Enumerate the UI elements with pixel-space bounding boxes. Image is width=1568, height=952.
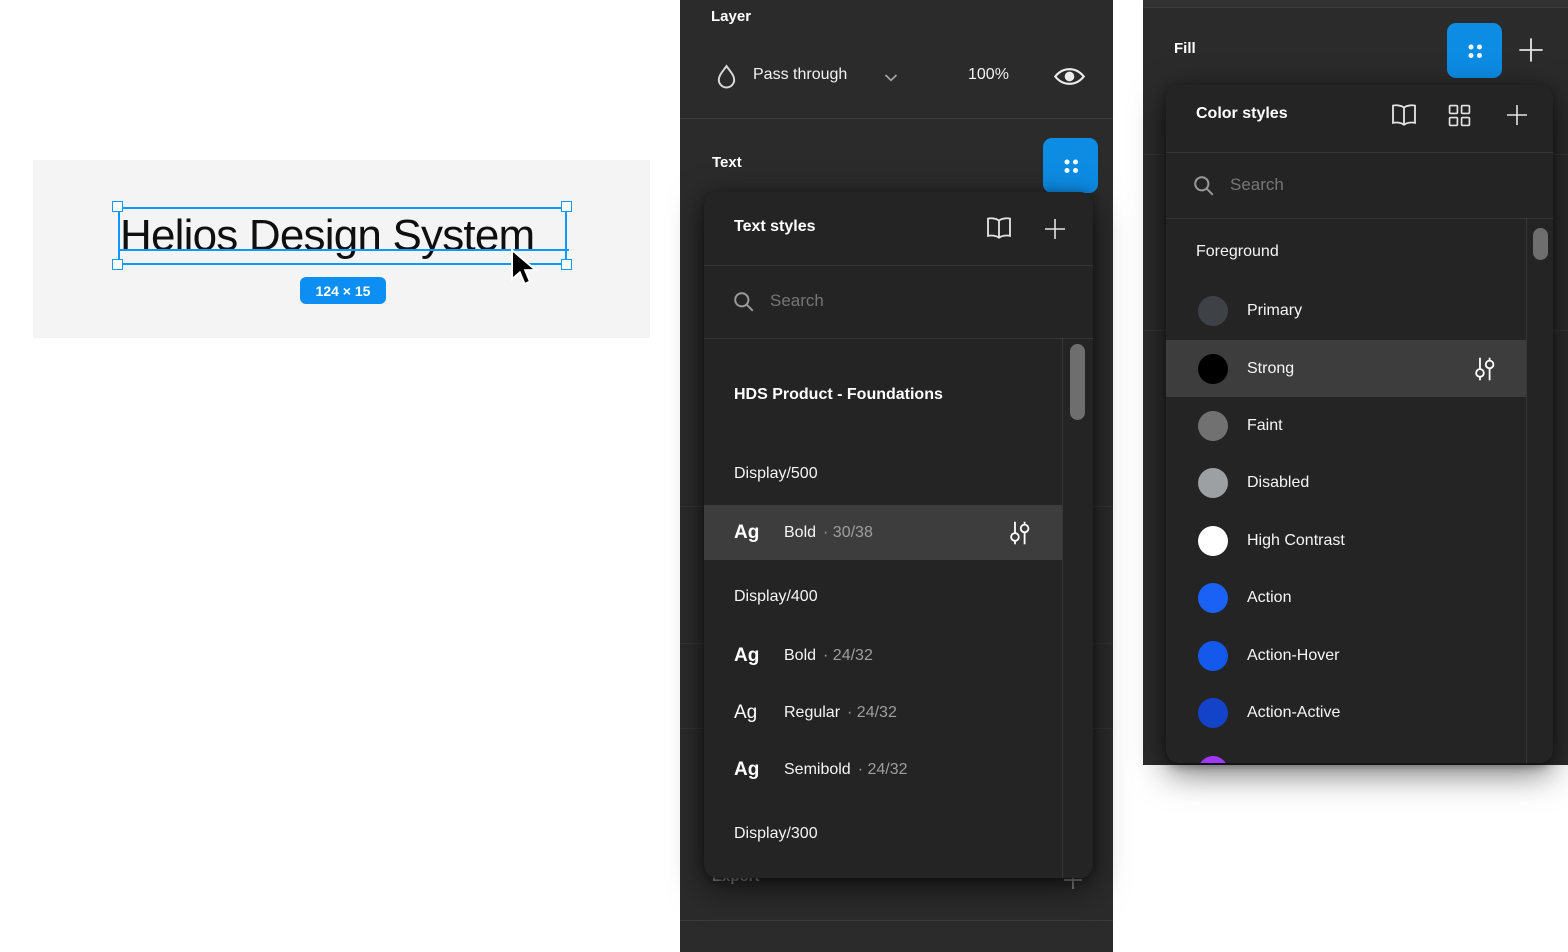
add-fill-icon[interactable] (1517, 36, 1545, 64)
add-style-icon[interactable] (1505, 103, 1529, 127)
color-swatch (1198, 468, 1228, 498)
figma-app: Helios Design System 124 × 15 Layer Pass… (0, 0, 1568, 952)
color-style-item[interactable]: Action-Hover (1166, 627, 1526, 684)
chevron-down-icon[interactable] (884, 74, 898, 82)
selection-handle-top-left[interactable] (112, 201, 123, 212)
search-placeholder: Search (1230, 175, 1284, 195)
edit-style-sliders-icon[interactable] (1008, 520, 1031, 546)
popover-divider (704, 338, 1093, 339)
color-name: High Contrast (1247, 532, 1345, 550)
color-style-item[interactable]: Action (1166, 569, 1526, 626)
grid-view-icon[interactable] (1448, 104, 1471, 127)
search-icon (1193, 175, 1215, 197)
color-style-item[interactable]: Highlight (1166, 742, 1526, 763)
selection-box (118, 207, 567, 265)
color-swatch (1198, 296, 1228, 326)
selection-handle-bottom-right[interactable] (561, 259, 572, 270)
popover-title: Color styles (1196, 105, 1288, 123)
four-dots-icon (1463, 39, 1487, 63)
color-swatch (1198, 411, 1228, 441)
type-sample: Ag (734, 522, 784, 544)
color-name: Action-Active (1247, 704, 1340, 722)
color-swatch (1198, 526, 1228, 556)
color-styles-popover: Color styles Search Foreground Primary S… (1166, 85, 1553, 763)
color-swatch (1198, 641, 1228, 671)
text-style-item-selected[interactable]: Ag Bold · 30/38 (704, 505, 1062, 560)
visibility-eye-icon[interactable] (1053, 65, 1086, 88)
search-placeholder: Search (770, 291, 824, 311)
type-sample: Ag (734, 702, 784, 724)
style-meta: · 30/38 (823, 524, 873, 542)
opacity-input[interactable]: 100% (968, 66, 1009, 84)
style-meta: · 24/32 (858, 761, 908, 779)
text-style-item[interactable]: Ag Semibold · 24/32 (704, 742, 1062, 797)
popover-divider (1166, 218, 1553, 219)
edit-style-sliders-icon[interactable] (1473, 356, 1496, 382)
color-style-item[interactable]: Action-Active (1166, 684, 1526, 741)
color-name: Action-Hover (1247, 647, 1339, 665)
section-divider (1143, 7, 1568, 8)
selection-handle-bottom-left[interactable] (112, 259, 123, 270)
library-book-icon[interactable] (985, 216, 1013, 240)
color-style-item-selected[interactable]: Strong (1166, 340, 1526, 397)
style-group-label: Display/500 (734, 465, 818, 483)
style-group-label: Display/400 (734, 588, 818, 606)
color-style-item[interactable]: Disabled (1166, 454, 1526, 511)
text-style-item[interactable]: Ag Regular · 24/32 (704, 685, 1062, 740)
mouse-cursor-icon (510, 248, 540, 288)
fill-section-title: Fill (1174, 40, 1196, 57)
color-swatch (1198, 583, 1228, 613)
search-icon (733, 291, 755, 313)
fill-style-applied-button[interactable] (1447, 23, 1502, 78)
section-divider (680, 920, 1113, 921)
color-style-item[interactable]: Primary (1166, 282, 1526, 339)
text-styles-popover: Text styles Search HDS Product - Foundat… (704, 192, 1093, 878)
search-input[interactable]: Search (704, 266, 1093, 338)
type-sample: Ag (734, 759, 784, 781)
color-name: Action (1247, 589, 1291, 607)
style-name: Bold (784, 647, 816, 665)
color-name: Strong (1247, 360, 1294, 378)
color-group-label: Foreground (1196, 243, 1279, 261)
scrollbar-track (1526, 218, 1527, 763)
blend-mode-icon (716, 64, 737, 94)
style-name: Regular (784, 704, 840, 722)
style-meta: · 24/32 (847, 704, 897, 722)
color-style-item[interactable]: High Contrast (1166, 512, 1526, 569)
scrollbar-thumb[interactable] (1533, 228, 1548, 260)
text-section-title: Text (712, 154, 742, 171)
blend-mode-select[interactable]: Pass through (753, 66, 847, 84)
section-divider (680, 118, 1113, 119)
color-name: Disabled (1247, 474, 1309, 492)
dimension-badge: 124 × 15 (300, 277, 386, 304)
library-title: HDS Product - Foundations (734, 386, 943, 404)
search-input[interactable]: Search (1166, 153, 1553, 218)
color-name: Faint (1247, 417, 1283, 435)
panel-top-strip (1143, 0, 1568, 7)
color-name: Primary (1247, 302, 1302, 320)
text-style-item[interactable]: Ag Bold · 24/32 (704, 628, 1062, 683)
scrollbar-thumb[interactable] (1070, 344, 1085, 420)
color-name: Highlight (1247, 762, 1309, 764)
add-style-icon[interactable] (1043, 217, 1067, 241)
color-swatch (1198, 354, 1228, 384)
style-meta: · 24/32 (823, 647, 873, 665)
selection-handle-top-right[interactable] (561, 201, 572, 212)
color-swatch (1198, 756, 1228, 764)
selection-baseline (118, 249, 569, 251)
scrollbar-track (1062, 338, 1063, 878)
type-sample: Ag (734, 645, 784, 667)
color-style-item[interactable]: Faint (1166, 397, 1526, 454)
four-dots-icon (1059, 154, 1083, 178)
library-book-icon[interactable] (1390, 103, 1418, 127)
style-name: Bold (784, 524, 816, 542)
style-group-label: Display/300 (734, 825, 818, 843)
style-name: Semibold (784, 761, 851, 779)
popover-title: Text styles (734, 218, 816, 236)
layer-section-title: Layer (711, 8, 751, 25)
color-swatch (1198, 698, 1228, 728)
text-style-applied-button[interactable] (1043, 138, 1098, 193)
